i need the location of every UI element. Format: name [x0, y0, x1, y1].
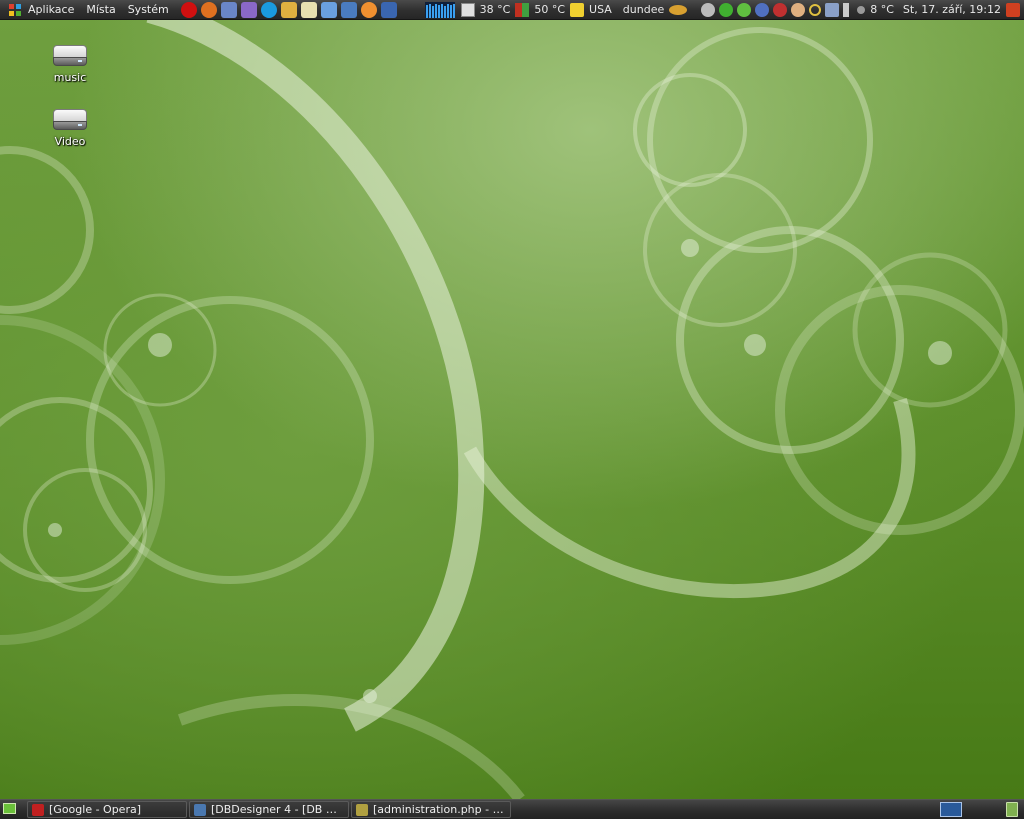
- chat-icon[interactable]: [791, 2, 806, 17]
- show-desktop-icon[interactable]: [3, 803, 16, 814]
- pidgin-status-icon[interactable]: [737, 2, 752, 17]
- taskbar-button-label: [Google - Opera]: [49, 803, 142, 816]
- editor-icon: [356, 803, 368, 816]
- firefox-icon[interactable]: [200, 1, 217, 18]
- skype-icon[interactable]: [260, 1, 277, 18]
- keyboard-layout-icon: [570, 2, 585, 17]
- hdd-temp-text[interactable]: 50 °C: [531, 0, 568, 20]
- clock-text[interactable]: St, 17. září, 19:12: [897, 0, 1004, 20]
- wallpaper-swirls: [0, 20, 1024, 799]
- taskbar-button-administration[interactable]: [administration.php - /h...: [351, 801, 511, 818]
- network-icon[interactable]: [340, 1, 357, 18]
- weather-icon[interactable]: [857, 5, 866, 14]
- weather-temp-text[interactable]: 8 °C: [867, 0, 897, 20]
- notification-icon[interactable]: [701, 2, 716, 17]
- cpu-temp-text[interactable]: 38 °C: [477, 0, 514, 20]
- network-manager-icon[interactable]: [825, 2, 840, 17]
- desktop-icon-label: Video: [54, 135, 86, 148]
- search-icon[interactable]: [809, 3, 822, 16]
- messenger-icon[interactable]: [220, 1, 237, 18]
- desktop-background[interactable]: music Video: [0, 20, 1024, 799]
- user-icon[interactable]: [280, 1, 297, 18]
- logout-icon[interactable]: [1006, 2, 1020, 17]
- username-text[interactable]: dundee: [615, 0, 667, 20]
- network-status-icon[interactable]: [755, 2, 770, 17]
- taskbar-button-label: [administration.php - /h...: [373, 803, 506, 816]
- keyboard-layout-text[interactable]: USA: [586, 0, 615, 20]
- taskbar-button-dbdesigner[interactable]: [DBDesigner 4 - [DB M...: [189, 801, 349, 818]
- opera-icon: [32, 803, 44, 816]
- top-panel: Aplikace Místa Systém 38 °C 50 °C USA du…: [0, 0, 1024, 20]
- pidgin-icon[interactable]: [240, 1, 257, 18]
- drive-icon: [53, 45, 87, 67]
- bottom-panel: [Google - Opera] [DBDesigner 4 - [DB M..…: [0, 799, 1024, 819]
- desktop-icon-video[interactable]: Video: [35, 109, 105, 148]
- launcher-group: [179, 1, 399, 18]
- gnome-foot-icon: [9, 3, 21, 16]
- system-monitor-icon[interactable]: [380, 1, 397, 18]
- taskbar-button-label: [DBDesigner 4 - [DB M...: [211, 803, 344, 816]
- drive-icon: [53, 109, 87, 131]
- hdd-temp-icon: [515, 2, 530, 17]
- desktop-icon-music[interactable]: music: [35, 45, 105, 84]
- package-icon[interactable]: [320, 1, 337, 18]
- menu-aplikace[interactable]: Aplikace: [0, 0, 80, 20]
- messenger-status-icon[interactable]: [719, 2, 734, 17]
- swirl-applet-icon[interactable]: [669, 4, 688, 15]
- menu-system[interactable]: Systém: [122, 0, 175, 20]
- taskbar-button-opera[interactable]: [Google - Opera]: [27, 801, 187, 818]
- menu-aplikace-label: Aplikace: [28, 2, 75, 16]
- menu-mista[interactable]: Místa: [80, 0, 121, 20]
- desktop-icon-label: music: [53, 71, 87, 84]
- clock-icon[interactable]: [360, 1, 377, 18]
- opera-icon[interactable]: [180, 1, 197, 18]
- trash-icon[interactable]: [1006, 802, 1018, 817]
- cpu-temp-icon: [460, 2, 475, 17]
- workspace-switcher[interactable]: [940, 802, 962, 817]
- update-icon[interactable]: [773, 2, 788, 17]
- cpu-monitor-graph[interactable]: [424, 1, 455, 18]
- volume-icon[interactable]: [843, 2, 853, 17]
- text-editor-icon[interactable]: [300, 1, 317, 18]
- dbdesigner-icon: [194, 803, 206, 816]
